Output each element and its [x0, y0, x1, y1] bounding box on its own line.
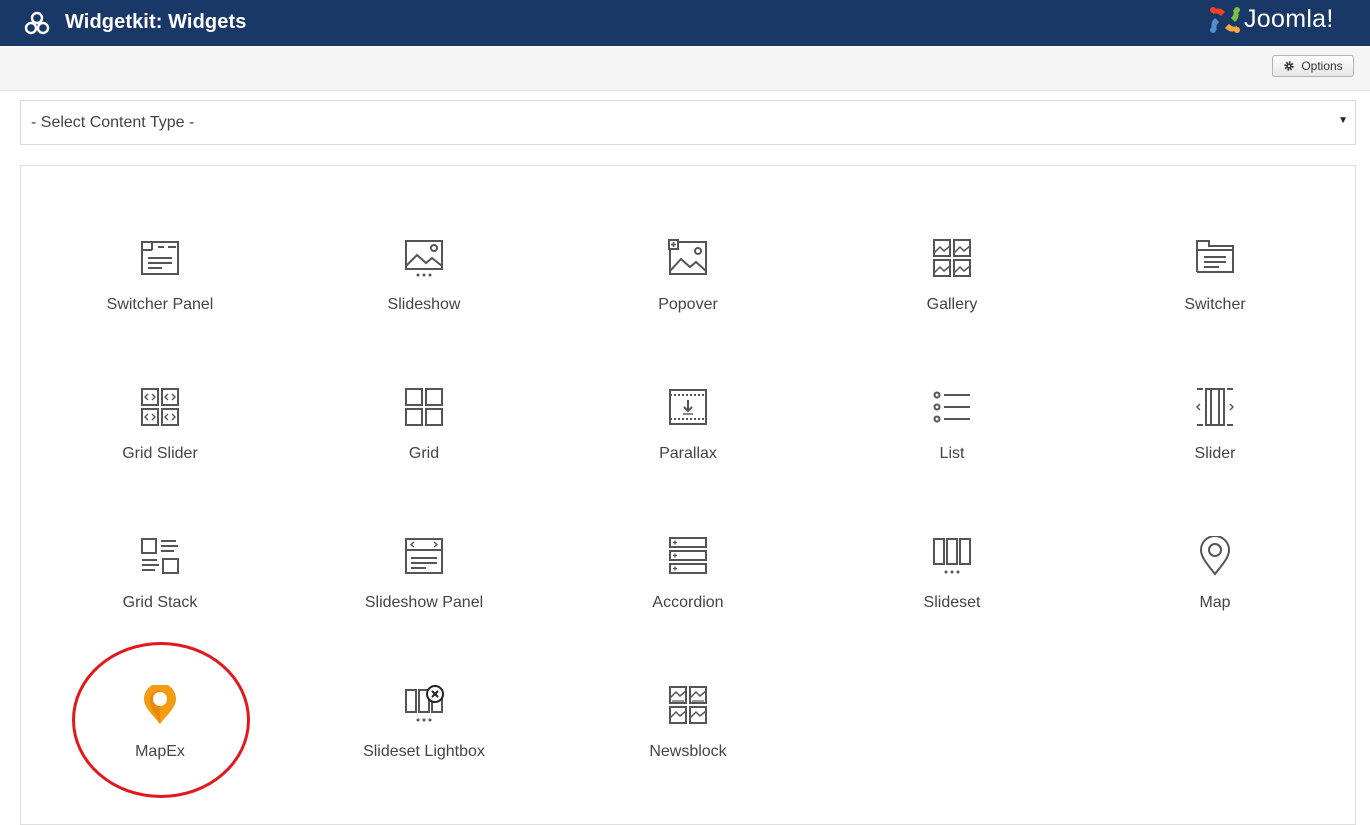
widget-slideshow-panel[interactable]: Slideshow Panel: [314, 536, 534, 646]
gear-icon: [1284, 61, 1295, 71]
newsblock-icon: [668, 685, 708, 725]
header-bar: Widgetkit: Widgets Joomla!: [0, 0, 1370, 46]
widget-label: Slideshow: [387, 296, 461, 313]
widget-mapex[interactable]: MapEx: [50, 685, 270, 795]
joomla-brand-text: Joomla!: [1244, 5, 1334, 33]
widget-label: Slider: [1194, 445, 1236, 462]
content-type-select[interactable]: - Select Content Type - ▼: [20, 100, 1356, 145]
widget-accordion[interactable]: Accordion: [578, 536, 798, 646]
widget-gallery[interactable]: Gallery: [842, 238, 1062, 348]
widget-label: List: [939, 445, 965, 462]
widget-grid[interactable]: Grid: [314, 387, 534, 497]
slideset-lightbox-icon: [404, 685, 444, 725]
widget-map[interactable]: Map: [1105, 536, 1325, 646]
map-pin-icon: [1195, 536, 1235, 576]
page-title: Widgetkit: Widgets: [65, 11, 247, 33]
widget-label: MapEx: [135, 743, 185, 760]
switcher-panel-icon: [140, 238, 180, 278]
widget-switcher[interactable]: Switcher: [1105, 238, 1325, 348]
widget-label: Accordion: [652, 594, 724, 611]
caret-down-icon: ▼: [1338, 115, 1348, 126]
widget-popover[interactable]: Popover: [578, 238, 798, 348]
widget-slider[interactable]: Slider: [1105, 387, 1325, 497]
widget-label: Slideset: [923, 594, 981, 611]
gallery-icon: [932, 238, 972, 278]
slideshow-icon: [404, 238, 444, 278]
popover-icon: [668, 238, 708, 278]
slideset-icon: [932, 536, 972, 576]
grid-slider-icon: [140, 387, 180, 427]
grid-icon: [404, 387, 444, 427]
toolbar: Options: [0, 46, 1370, 91]
widget-label: Newsblock: [649, 743, 727, 760]
widget-label: Slideset Lightbox: [363, 743, 485, 760]
widget-label: Switcher: [1184, 296, 1246, 313]
widgetkit-logo-icon: [24, 11, 50, 35]
slider-icon: [1195, 387, 1235, 427]
list-icon: [932, 387, 972, 427]
content-type-select-value: - Select Content Type -: [31, 114, 195, 131]
parallax-icon: [668, 387, 708, 427]
widget-list[interactable]: List: [842, 387, 1062, 497]
widget-parallax[interactable]: Parallax: [578, 387, 798, 497]
widget-grid-stack[interactable]: Grid Stack: [50, 536, 270, 646]
widget-label: Grid Slider: [122, 445, 198, 462]
slideshow-panel-icon: [404, 536, 444, 576]
switcher-icon: [1195, 238, 1235, 278]
widget-slideshow[interactable]: Slideshow: [314, 238, 534, 348]
options-label: Options: [1301, 59, 1343, 73]
widget-label: Switcher Panel: [106, 296, 214, 313]
widget-label: Gallery: [926, 296, 978, 313]
grid-stack-icon: [140, 536, 180, 576]
widget-slideset-lightbox[interactable]: Slideset Lightbox: [314, 685, 534, 795]
widget-slideset[interactable]: Slideset: [842, 536, 1062, 646]
options-button[interactable]: Options: [1272, 55, 1354, 77]
widget-label: Slideshow Panel: [364, 594, 484, 611]
widget-label: Parallax: [659, 445, 717, 462]
widget-switcher-panel[interactable]: Switcher Panel: [50, 238, 270, 348]
map-pin-orange-icon: [140, 685, 180, 725]
widget-label: Grid Stack: [122, 594, 198, 611]
widget-grid-slider[interactable]: Grid Slider: [50, 387, 270, 497]
joomla-logo-icon: [1210, 7, 1240, 33]
widget-label: Popover: [658, 296, 718, 313]
widget-label: Grid: [408, 445, 440, 462]
widget-label: Map: [1199, 594, 1231, 611]
accordion-icon: [668, 536, 708, 576]
widget-newsblock[interactable]: Newsblock: [578, 685, 798, 795]
